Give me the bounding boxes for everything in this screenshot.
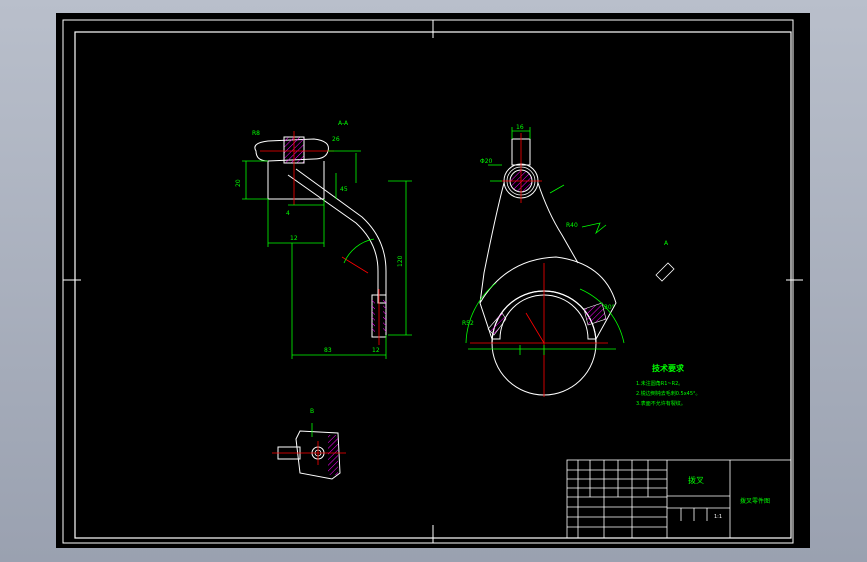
inner-border	[74, 31, 792, 539]
dim-26: 26	[332, 136, 340, 143]
dim-width: 83	[324, 347, 332, 354]
dim-16: 16	[516, 124, 524, 131]
tech-req-line-3: 3.表面不允许有裂纹。	[636, 400, 686, 407]
dim-20: 20	[235, 179, 242, 187]
detail-view: B	[272, 408, 346, 480]
outer-border	[62, 19, 794, 544]
front-view: 16 Φ20 R40 R52 30° A	[462, 124, 675, 397]
tech-req-line-2: 2.锐边倒钝去毛刺0.5x45°。	[636, 390, 701, 397]
cad-canvas[interactable]: R8 26 20 12 4 45 120 83 12 A-A 16 Φ20 R4…	[56, 13, 810, 548]
dim-12b: 12	[372, 347, 380, 354]
dim-45: 45	[340, 186, 348, 193]
centerlines-right	[470, 133, 608, 397]
part-name: 拨叉	[688, 475, 704, 485]
dim-r40: R40	[566, 222, 578, 229]
technical-requirements: 技术要求 1.未注圆角R1~R2。 2.锐边倒钝去毛刺0.5x45°。 3.表面…	[636, 363, 701, 407]
hatched-section-shaft	[372, 299, 375, 333]
dim-4: 4	[286, 210, 290, 217]
section-view: R8 26 20 12 4 45 120 83 12 A-A	[235, 120, 412, 359]
dim-12: 12	[290, 235, 298, 242]
tech-req-heading: 技术要求	[652, 363, 685, 373]
dim-height: 120	[397, 255, 404, 267]
centerlines-left	[260, 131, 380, 345]
hatched-prong-left	[487, 312, 507, 336]
drawing-title: 拨叉零件图	[740, 497, 770, 505]
drawing-sheet: R8 26 20 12 4 45 120 83 12 A-A 16 Φ20 R4…	[62, 19, 803, 544]
view-label-b: B	[310, 408, 314, 415]
dim-r52: R52	[462, 320, 474, 327]
scale-label: 1:1	[714, 514, 722, 520]
dim-r8: R8	[252, 130, 260, 137]
hatched-detail	[328, 435, 338, 475]
centering-marks	[63, 20, 803, 543]
dim-angle: 30°	[604, 304, 615, 311]
tech-req-line-1: 1.未注圆角R1~R2。	[636, 380, 683, 387]
view-label-a: A	[664, 240, 669, 247]
hatched-prong-right	[583, 302, 607, 326]
view-label-section: A-A	[338, 120, 349, 127]
dim-phi: Φ20	[480, 158, 493, 165]
